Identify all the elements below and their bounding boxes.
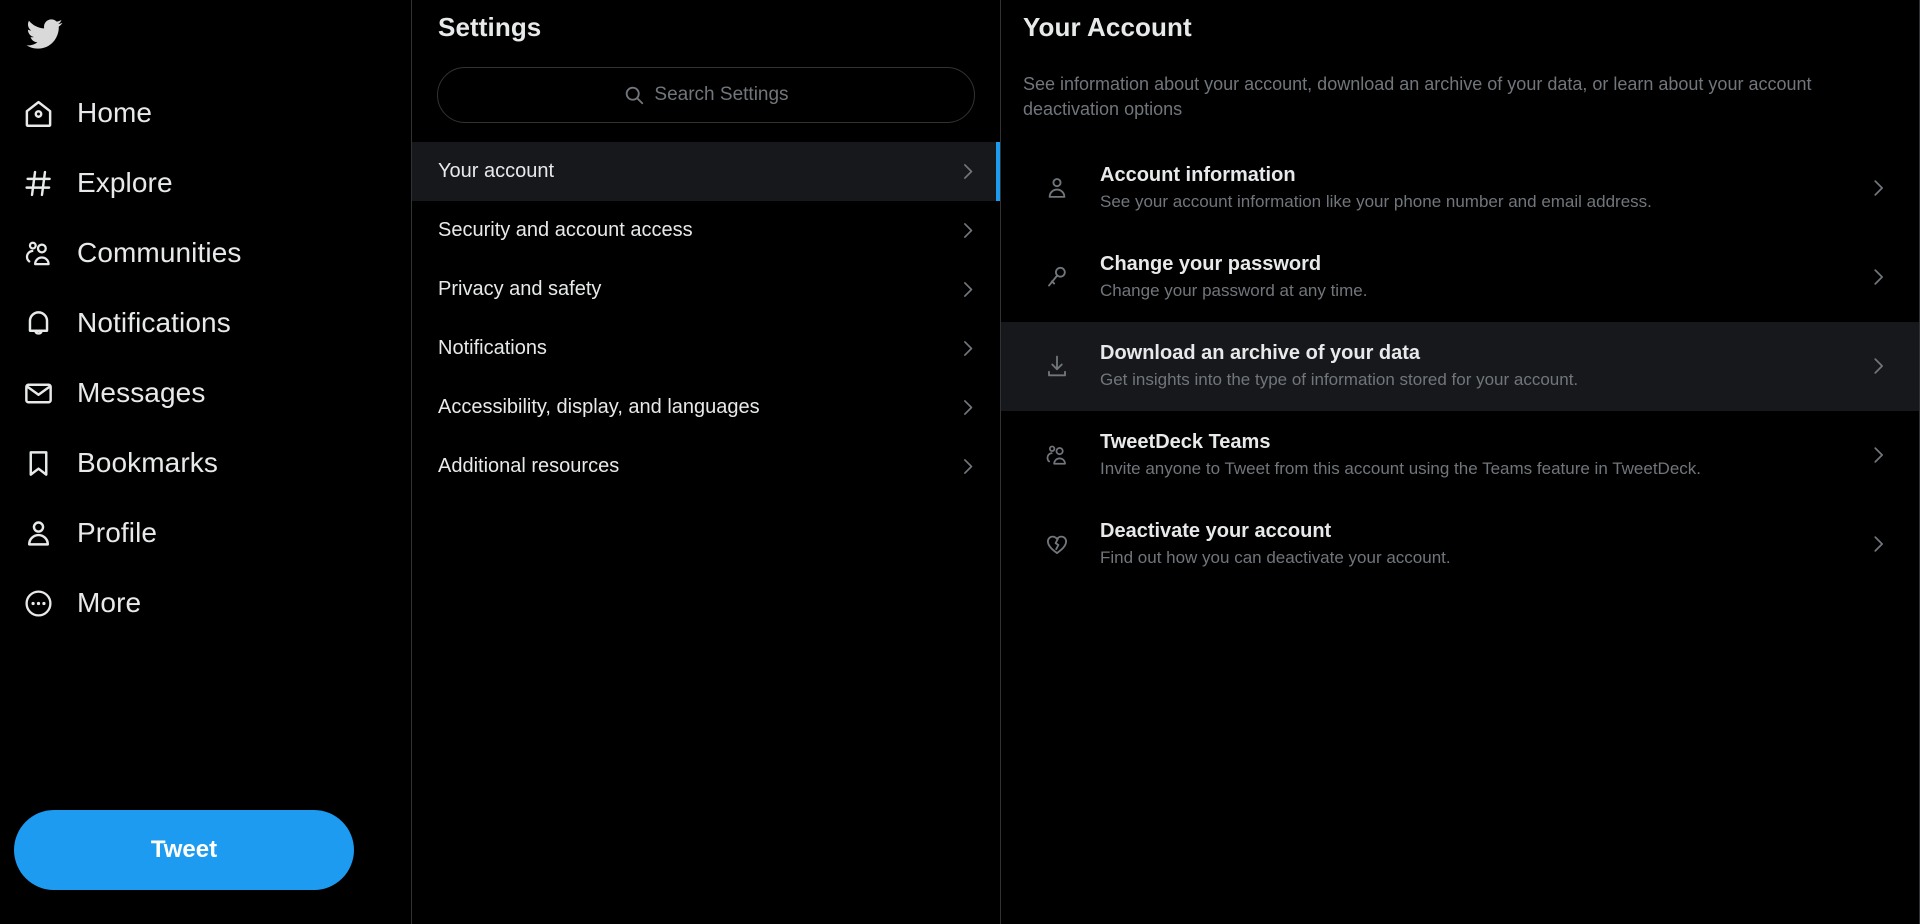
detail-description: See information about your account, down… xyxy=(1023,74,1812,119)
settings-item-notifications[interactable]: Notifications xyxy=(412,319,1000,378)
key-icon xyxy=(1043,263,1071,291)
settings-item-your-account[interactable]: Your account xyxy=(412,142,1000,201)
row-title: Change your password xyxy=(1100,253,1322,276)
row-text: TweetDeck Teams Invite anyone to Tweet f… xyxy=(1100,429,1838,481)
sidebar-item-label: Notifications xyxy=(77,307,231,338)
person-icon xyxy=(21,516,55,550)
chevron-right-icon xyxy=(1867,533,1889,555)
chevron-right-icon xyxy=(957,220,978,241)
row-text: Change your password Change your passwor… xyxy=(1100,251,1838,303)
row-text: Download an archive of your data Get ins… xyxy=(1100,340,1838,392)
twitter-logo-button[interactable] xyxy=(14,4,74,64)
row-title: Account information xyxy=(1100,164,1296,187)
sidebar-item-label: Bookmarks xyxy=(77,447,218,478)
row-title: TweetDeck Teams xyxy=(1100,431,1271,454)
chevron-right-icon xyxy=(1867,444,1889,466)
your-account-detail-panel: Your Account See information about your … xyxy=(1001,0,1920,924)
sidebar-item-label: Profile xyxy=(77,517,158,548)
row-text: Deactivate your account Find out how you… xyxy=(1100,518,1838,570)
sidebar-item-explore[interactable]: Explore xyxy=(0,148,411,218)
sidebar-item-label: Communities xyxy=(77,237,242,268)
twitter-settings-app: Home Explore Communities Notifications M… xyxy=(0,0,1920,924)
settings-column: Settings Search Settings Your account Se… xyxy=(412,0,1001,924)
sidebar-item-label: More xyxy=(77,587,142,618)
settings-item-label: Your account xyxy=(438,160,555,182)
sidebar-item-home[interactable]: Home xyxy=(0,78,411,148)
broken-heart-icon xyxy=(1043,530,1071,558)
sidebar-nav-list: Home Explore Communities Notifications M… xyxy=(0,78,411,638)
settings-item-additional-resources[interactable]: Additional resources xyxy=(412,437,1000,496)
settings-item-privacy-and-safety[interactable]: Privacy and safety xyxy=(412,260,1000,319)
envelope-icon xyxy=(21,376,55,410)
chevron-right-icon xyxy=(957,279,978,300)
communities-icon xyxy=(21,236,55,270)
settings-item-accessibility-display-and-languages[interactable]: Accessibility, display, and languages xyxy=(412,378,1000,437)
more-circle-icon xyxy=(21,586,55,620)
person-icon xyxy=(1043,174,1071,202)
row-subtitle: Get insights into the type of informatio… xyxy=(1100,370,1579,390)
tweet-button[interactable]: Tweet xyxy=(14,810,354,890)
account-row-deactivate-your-account[interactable]: Deactivate your account Find out how you… xyxy=(1001,500,1919,589)
sidebar-item-messages[interactable]: Messages xyxy=(0,358,411,428)
primary-sidebar: Home Explore Communities Notifications M… xyxy=(0,0,412,924)
account-row-account-information[interactable]: Account information See your account inf… xyxy=(1001,144,1919,233)
row-title: Download an archive of your data xyxy=(1100,342,1421,365)
download-icon xyxy=(1043,352,1071,380)
home-icon xyxy=(21,96,55,130)
settings-item-label: Privacy and safety xyxy=(438,278,602,300)
row-subtitle: Change your password at any time. xyxy=(1100,281,1368,301)
bell-icon xyxy=(21,306,55,340)
account-row-download-an-archive-of-your-data[interactable]: Download an archive of your data Get ins… xyxy=(1001,321,1919,411)
twitter-bird-icon xyxy=(25,15,63,53)
chevron-right-icon xyxy=(957,397,978,418)
detail-page-title: Your Account xyxy=(1023,12,1192,42)
chevron-right-icon xyxy=(957,161,978,182)
search-placeholder: Search Settings xyxy=(654,84,789,105)
chevron-right-icon xyxy=(1867,177,1889,199)
settings-page-title: Settings xyxy=(438,12,542,42)
settings-item-label: Notifications xyxy=(438,337,547,359)
chevron-right-icon xyxy=(957,456,978,477)
settings-item-security-and-account-access[interactable]: Security and account access xyxy=(412,201,1000,260)
sidebar-item-bookmarks[interactable]: Bookmarks xyxy=(0,428,411,498)
search-icon xyxy=(623,84,645,106)
settings-nav-list: Your account Security and account access… xyxy=(412,142,1000,496)
hashtag-icon xyxy=(21,166,55,200)
sidebar-item-profile[interactable]: Profile xyxy=(0,498,411,568)
chevron-right-icon xyxy=(957,338,978,359)
row-subtitle: Find out how you can deactivate your acc… xyxy=(1100,548,1451,568)
chevron-right-icon xyxy=(1867,355,1889,377)
row-subtitle: Invite anyone to Tweet from this account… xyxy=(1100,459,1702,479)
settings-item-label: Security and account access xyxy=(438,219,693,241)
sidebar-item-label: Messages xyxy=(77,377,206,408)
account-row-tweetdeck-teams[interactable]: TweetDeck Teams Invite anyone to Tweet f… xyxy=(1001,411,1919,500)
row-title: Deactivate your account xyxy=(1100,520,1332,543)
detail-header: Your Account See information about your … xyxy=(1001,0,1919,122)
chevron-right-icon xyxy=(1867,266,1889,288)
sidebar-item-more[interactable]: More xyxy=(0,568,411,638)
account-options-list: Account information See your account inf… xyxy=(1001,144,1919,589)
sidebar-item-label: Home xyxy=(77,97,153,128)
settings-item-label: Additional resources xyxy=(438,455,620,477)
search-settings-input[interactable]: Search Settings xyxy=(437,67,975,123)
row-text: Account information See your account inf… xyxy=(1100,162,1838,214)
sidebar-item-communities[interactable]: Communities xyxy=(0,218,411,288)
account-row-change-your-password[interactable]: Change your password Change your passwor… xyxy=(1001,233,1919,322)
bookmark-icon xyxy=(21,446,55,480)
sidebar-item-label: Explore xyxy=(77,167,173,198)
settings-item-label: Accessibility, display, and languages xyxy=(438,396,760,418)
communities-icon xyxy=(1043,441,1071,469)
row-subtitle: See your account information like your p… xyxy=(1100,192,1652,212)
sidebar-item-notifications[interactable]: Notifications xyxy=(0,288,411,358)
